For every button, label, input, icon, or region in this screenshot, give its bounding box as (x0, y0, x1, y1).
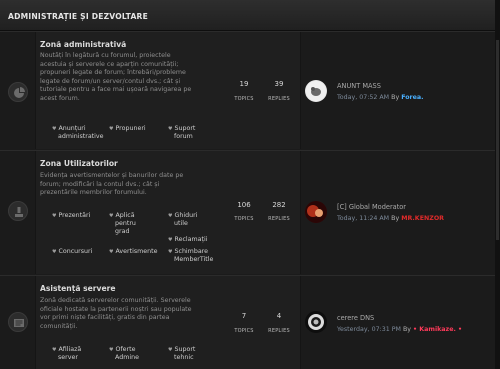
heart-icon: ♥ (168, 249, 173, 255)
forum-category-panel: ADMINISTRAȚIE ȘI DEZVOLTARE Zonă adminis… (0, 0, 495, 369)
heart-icon: ♥ (168, 126, 173, 132)
heart-icon: ♥ (168, 347, 173, 353)
category-title: ADMINISTRAȚIE ȘI DEZVOLTARE (8, 12, 148, 21)
forum-title[interactable]: Asistență servere (40, 284, 116, 293)
heart-icon: ♥ (109, 126, 114, 132)
last-post-meta: Today, 07:52 AM By Forea. (337, 94, 424, 101)
heart-icon: ♥ (168, 237, 173, 243)
topics-label: TOPICS (234, 216, 254, 222)
forum-title[interactable]: Zona Utilizatorilor (40, 159, 118, 168)
last-post-title[interactable]: cerere DNS (337, 314, 374, 322)
subforum-link[interactable]: ♥ Ghiduri utile (168, 212, 197, 228)
replies-label: REPLIES (268, 216, 290, 222)
avatar[interactable] (305, 311, 327, 333)
subforum-link[interactable]: ♥ Anunțuri administrative (52, 125, 104, 141)
last-post-user[interactable]: Forea. (401, 94, 423, 101)
last-post-meta: Today, 11:24 AM By MR.KENZOR (337, 215, 445, 222)
replies-count: 39 (274, 80, 284, 88)
replies-label: REPLIES (268, 96, 290, 102)
topics-label: TOPICS (234, 328, 254, 334)
subforum-link[interactable]: ♥ Schimbare MemberTitle (168, 248, 213, 264)
subforum-link[interactable]: ♥ Suport forum (168, 125, 195, 141)
subforum-link[interactable]: ♥ Avertismente (109, 248, 157, 256)
forum-title[interactable]: Zonă administrativă (40, 40, 126, 49)
avatar[interactable] (305, 80, 327, 102)
subforum-link[interactable]: ♥ Propuneri (109, 125, 146, 133)
topics-count: 19 (239, 80, 249, 88)
heart-icon: ♥ (109, 347, 114, 353)
last-post-meta: Yesterday, 07:31 PM By • Kamikaze. • (337, 326, 463, 333)
forum-description: Zonă dedicată serverelor comunității. Se… (40, 297, 192, 330)
subforum-link[interactable]: ♥ Prezentări (52, 212, 90, 220)
forum-description: Noutăți în legătură cu forumul, proiecte… (40, 52, 192, 102)
topics-count: 7 (241, 312, 247, 320)
heart-icon: ♥ (52, 126, 57, 132)
last-post-user[interactable]: • Kamikaze. • (413, 326, 462, 333)
user-icon (8, 201, 28, 221)
last-post-user[interactable]: MR.KENZOR (401, 215, 444, 222)
category-header[interactable]: ADMINISTRAȚIE ȘI DEZVOLTARE (0, 0, 495, 31)
scrollbar-thumb[interactable] (496, 40, 499, 240)
forum-description: Evidența avertismentelor și banurilor da… (40, 172, 184, 197)
heart-icon: ♥ (168, 213, 173, 219)
subforum-link[interactable]: ♥ Afiliază server (52, 346, 81, 362)
subforum-link[interactable]: ♥ Suport tehnic (168, 346, 195, 362)
heart-icon: ♥ (109, 249, 114, 255)
avatar[interactable] (305, 201, 327, 223)
topics-label: TOPICS (234, 96, 254, 102)
heart-icon: ♥ (109, 213, 114, 219)
topics-count: 106 (237, 201, 251, 209)
last-post-title[interactable]: [C] Global Moderator (337, 203, 406, 211)
last-post-title[interactable]: ANUNT MASS (337, 82, 381, 90)
subforum-link[interactable]: ♥ Aplică pentru grad (109, 212, 136, 236)
subforum-link[interactable]: ♥ Reclamații (168, 236, 207, 244)
pie-chart-icon (8, 82, 28, 102)
subforum-link[interactable]: ♥ Concursuri (52, 248, 92, 256)
replies-count: 282 (272, 201, 286, 209)
subforum-link[interactable]: ♥ Oferte Admine (109, 346, 139, 362)
replies-count: 4 (276, 312, 282, 320)
replies-label: REPLIES (268, 328, 290, 334)
heart-icon: ♥ (52, 213, 57, 219)
heart-icon: ♥ (52, 249, 57, 255)
heart-icon: ♥ (52, 347, 57, 353)
document-list-icon (8, 312, 28, 332)
